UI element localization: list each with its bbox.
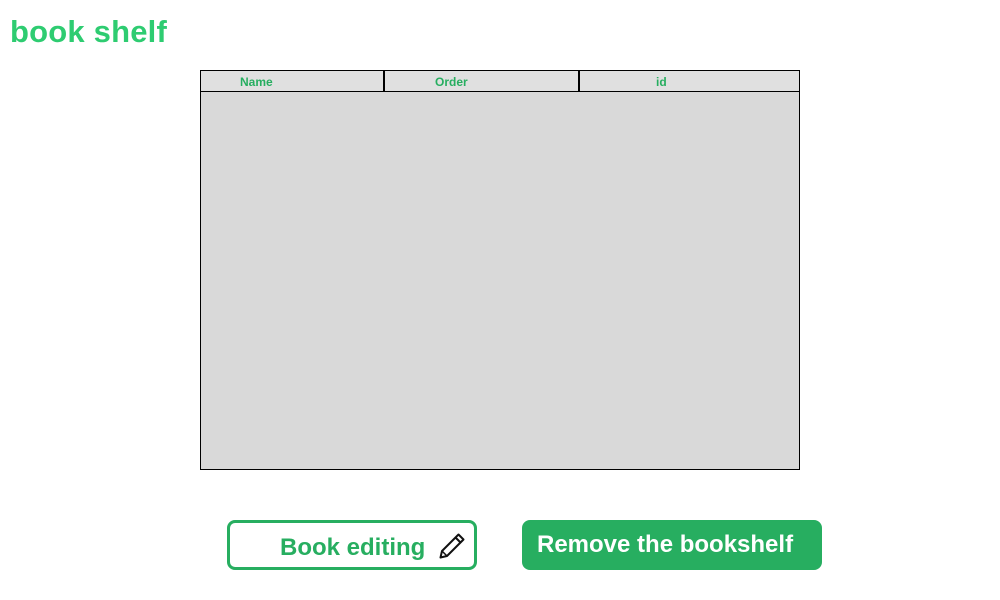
- remove-bookshelf-label: Remove the bookshelf: [537, 531, 794, 558]
- book-editing-label: Book editing: [280, 534, 426, 561]
- books-table: Name Order id: [200, 70, 800, 470]
- table-header: Name Order id: [201, 71, 799, 92]
- table-body[interactable]: [201, 92, 799, 469]
- book-editing-button[interactable]: Book editing: [227, 520, 477, 570]
- column-header-name[interactable]: Name: [201, 71, 383, 91]
- column-header-id[interactable]: id: [578, 71, 799, 91]
- column-header-order[interactable]: Order: [383, 71, 578, 91]
- pencil-icon: [439, 533, 465, 559]
- bookshelf-page: book shelf Name Order id Book editing Re…: [0, 0, 1000, 600]
- page-title: book shelf: [10, 14, 168, 49]
- remove-bookshelf-button[interactable]: Remove the bookshelf: [522, 520, 822, 570]
